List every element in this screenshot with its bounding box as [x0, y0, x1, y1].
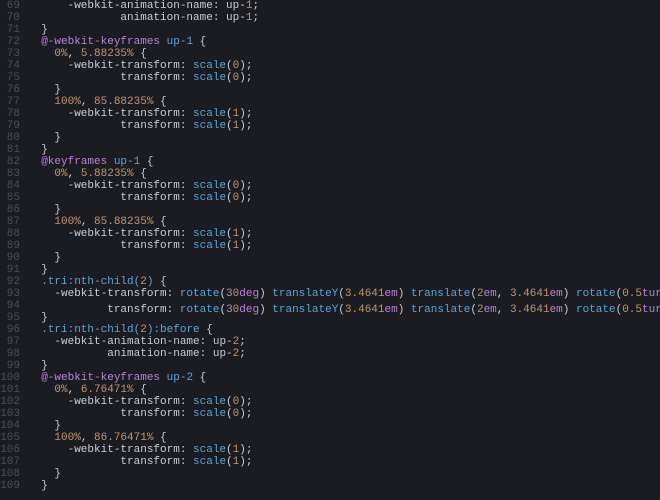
line-number: 101 [0, 384, 20, 396]
line-number: 95 [0, 312, 20, 324]
code-line[interactable]: -webkit-animation-name: up-2; [28, 336, 660, 348]
line-number: 78 [0, 108, 20, 120]
line-number: 69 [0, 0, 20, 12]
code-line[interactable]: } [28, 84, 660, 96]
line-number: 82 [0, 156, 20, 168]
line-number-gutter: 6970717273747576777879808182838485868788… [0, 0, 28, 500]
line-number: 89 [0, 240, 20, 252]
line-number: 81 [0, 144, 20, 156]
line-number: 80 [0, 132, 20, 144]
code-line[interactable]: -webkit-transform: scale(0); [28, 396, 660, 408]
code-line[interactable]: transform: scale(0); [28, 72, 660, 84]
code-line[interactable]: transform: scale(1); [28, 240, 660, 252]
code-line[interactable]: } [28, 24, 660, 36]
line-number: 74 [0, 60, 20, 72]
line-number: 94 [0, 300, 20, 312]
code-line[interactable]: transform: rotate(30deg) translateY(3.46… [28, 300, 660, 312]
code-line[interactable]: animation-name: up-2; [28, 348, 660, 360]
code-line[interactable]: } [28, 144, 660, 156]
line-number: 76 [0, 84, 20, 96]
code-line[interactable]: } [28, 468, 660, 480]
code-line[interactable]: .tri:nth-child(2):before { [28, 324, 660, 336]
line-number: 105 [0, 432, 20, 444]
code-editor[interactable]: 6970717273747576777879808182838485868788… [0, 0, 660, 500]
code-line[interactable]: } [28, 132, 660, 144]
line-number: 75 [0, 72, 20, 84]
line-number: 91 [0, 264, 20, 276]
line-number: 72 [0, 36, 20, 48]
code-line[interactable]: } [28, 204, 660, 216]
code-line[interactable]: transform: scale(0); [28, 192, 660, 204]
code-line[interactable]: -webkit-transform: scale(0); [28, 60, 660, 72]
code-line[interactable]: @keyframes up-1 { [28, 156, 660, 168]
line-number: 108 [0, 468, 20, 480]
code-line[interactable]: transform: scale(1); [28, 456, 660, 468]
line-number: 98 [0, 348, 20, 360]
line-number: 83 [0, 168, 20, 180]
line-number: 73 [0, 48, 20, 60]
line-number: 71 [0, 24, 20, 36]
code-line[interactable]: -webkit-transform: scale(1); [28, 108, 660, 120]
code-line[interactable]: 0%, 6.76471% { [28, 384, 660, 396]
line-number: 79 [0, 120, 20, 132]
line-number: 96 [0, 324, 20, 336]
code-line[interactable]: .tri:nth-child(2) { [28, 276, 660, 288]
line-number: 109 [0, 480, 20, 492]
code-line[interactable]: } [28, 420, 660, 432]
line-number: 85 [0, 192, 20, 204]
code-line[interactable]: 0%, 5.88235% { [28, 48, 660, 60]
code-line[interactable]: transform: scale(0); [28, 408, 660, 420]
code-line[interactable]: } [28, 360, 660, 372]
code-line[interactable]: } [28, 264, 660, 276]
line-number: 92 [0, 276, 20, 288]
code-line[interactable]: 100%, 86.76471% { [28, 432, 660, 444]
code-line[interactable]: -webkit-animation-name: up-1; [28, 0, 660, 12]
line-number: 97 [0, 336, 20, 348]
line-number: 102 [0, 396, 20, 408]
code-line[interactable]: } [28, 252, 660, 264]
line-number: 93 [0, 288, 20, 300]
line-number: 87 [0, 216, 20, 228]
code-line[interactable]: 100%, 85.88235% { [28, 216, 660, 228]
line-number: 100 [0, 372, 20, 384]
line-number: 70 [0, 12, 20, 24]
code-line[interactable]: 100%, 85.88235% { [28, 96, 660, 108]
code-line[interactable]: -webkit-transform: scale(0); [28, 180, 660, 192]
line-number: 103 [0, 408, 20, 420]
code-line[interactable]: -webkit-transform: scale(1); [28, 444, 660, 456]
line-number: 77 [0, 96, 20, 108]
line-number: 107 [0, 456, 20, 468]
line-number: 86 [0, 204, 20, 216]
line-number: 99 [0, 360, 20, 372]
line-number: 84 [0, 180, 20, 192]
code-line[interactable]: 0%, 5.88235% { [28, 168, 660, 180]
code-line[interactable]: animation-name: up-1; [28, 12, 660, 24]
line-number: 104 [0, 420, 20, 432]
code-area[interactable]: -webkit-animation-name: up-1; animation-… [28, 0, 660, 500]
line-number: 90 [0, 252, 20, 264]
code-line[interactable]: @-webkit-keyframes up-1 { [28, 36, 660, 48]
line-number: 106 [0, 444, 20, 456]
code-line[interactable]: -webkit-transform: rotate(30deg) transla… [28, 288, 660, 300]
code-line[interactable]: } [28, 480, 660, 492]
code-line[interactable]: transform: scale(1); [28, 120, 660, 132]
line-number: 88 [0, 228, 20, 240]
code-line[interactable]: -webkit-transform: scale(1); [28, 228, 660, 240]
code-line[interactable]: @-webkit-keyframes up-2 { [28, 372, 660, 384]
